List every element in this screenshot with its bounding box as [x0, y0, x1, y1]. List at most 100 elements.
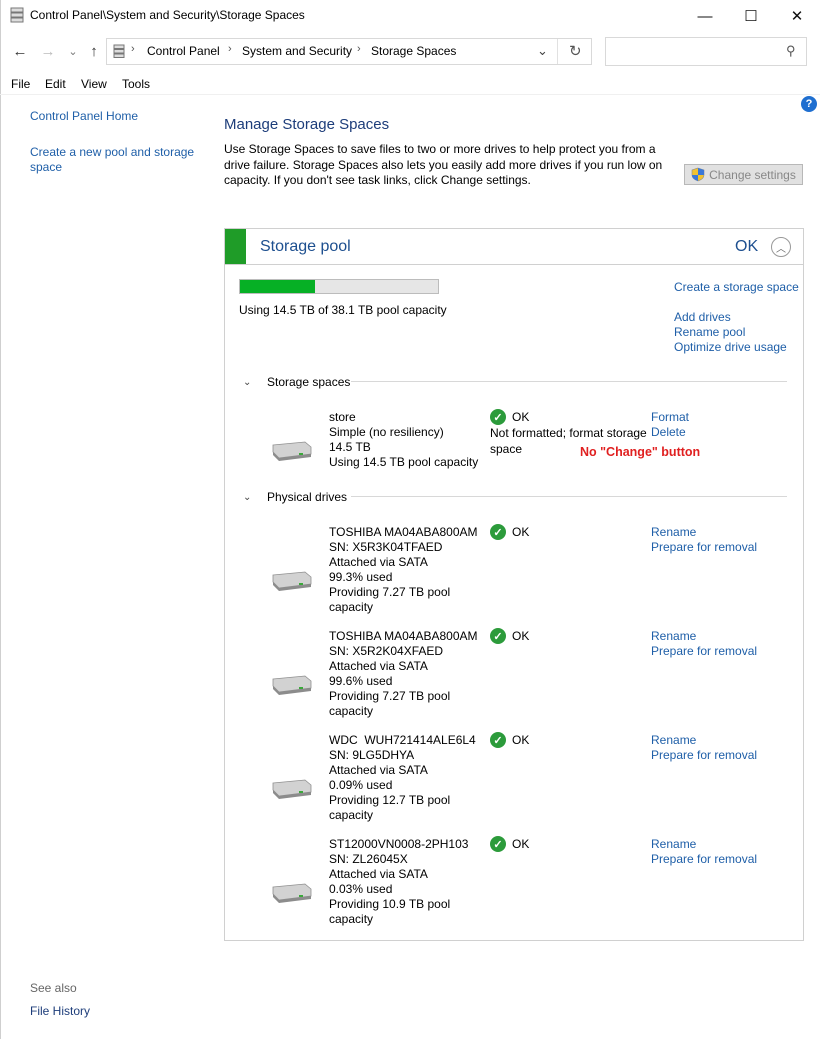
recent-locations-chevron-icon[interactable]: ⌄ — [63, 40, 83, 62]
storage-pool-status: OK — [735, 238, 759, 255]
storage-space-resiliency: Simple (no resiliency) — [329, 425, 444, 439]
storage-space-details[interactable]: store Simple (no resiliency) 14.5 TB Usi… — [329, 410, 489, 470]
status-text: OK — [512, 410, 530, 424]
pool-capacity-bar — [239, 279, 439, 294]
create-storage-space-link[interactable]: Create a storage space — [674, 280, 799, 295]
physical-drive-details[interactable]: TOSHIBA MA04ABA800AM SN: X5R3K04TFAED At… — [329, 525, 489, 615]
page-title: Manage Storage Spaces — [224, 116, 390, 133]
storage-space-usage: Using 14.5 TB pool capacity — [329, 455, 479, 469]
status-text: OK — [512, 733, 530, 747]
drive-serial: SN: 9LG5DHYA — [329, 748, 415, 762]
drive-providing: Providing 7.27 TB pool capacity — [329, 585, 451, 614]
rename-drive-link[interactable]: Rename — [651, 525, 781, 540]
drive-status: ✓ OK — [490, 524, 529, 540]
storage-spaces-app-icon — [10, 7, 24, 23]
drive-bus: Attached via SATA — [329, 555, 428, 569]
address-divider — [557, 39, 558, 64]
drive-status: ✓ OK — [490, 628, 529, 644]
control-panel-icon — [113, 44, 125, 58]
prepare-for-removal-link[interactable]: Prepare for removal — [651, 644, 781, 659]
drive-model: TOSHIBA MA04ABA800AM — [329, 525, 478, 539]
physical-drive-details[interactable]: WDC WUH721414ALE6L4 SN: 9LG5DHYA Attache… — [329, 733, 489, 823]
up-arrow-icon[interactable]: ↑ — [84, 40, 104, 62]
drive-used: 0.09% used — [329, 778, 393, 792]
refresh-icon[interactable]: ↻ — [569, 42, 582, 60]
status-text: OK — [512, 629, 530, 643]
address-bar[interactable]: › Control Panel › System and Security › … — [106, 38, 592, 65]
drive-model: ST12000VN0008-2PH103 — [329, 837, 469, 851]
maximize-button[interactable]: ☐ — [728, 0, 774, 32]
drive-serial: SN: ZL26045X — [329, 852, 408, 866]
menu-file[interactable]: File — [11, 77, 30, 91]
control-panel-home-link[interactable]: Control Panel Home — [30, 109, 205, 124]
storage-space-size: 14.5 TB — [329, 440, 371, 454]
search-icon[interactable]: ⚲ — [786, 43, 796, 59]
create-new-pool-link[interactable]: Create a new pool and storage space — [30, 145, 205, 175]
drive-serial: SN: X5R2K04XFAED — [329, 644, 444, 658]
search-input[interactable] — [610, 42, 780, 61]
drive-serial: SN: X5R3K04TFAED — [329, 540, 443, 554]
drive-providing: Providing 10.9 TB pool capacity — [329, 897, 451, 926]
status-text: OK — [512, 837, 530, 851]
forward-arrow-icon[interactable]: → — [38, 40, 58, 62]
storage-space-actions: Format Delete — [651, 410, 781, 440]
prepare-for-removal-link[interactable]: Prepare for removal — [651, 540, 781, 555]
breadcrumb-storage-spaces[interactable]: Storage Spaces — [371, 44, 456, 58]
hard-drive-icon — [272, 441, 312, 461]
ok-check-icon: ✓ — [490, 409, 506, 425]
physical-drives-label: Physical drives — [267, 490, 348, 504]
breadcrumb-control-panel[interactable]: Control Panel — [147, 44, 220, 58]
breadcrumb-separator: › — [228, 43, 232, 55]
menu-edit[interactable]: Edit — [45, 77, 66, 91]
help-icon[interactable]: ? — [801, 96, 817, 112]
title-bar: Control Panel\System and Security\Storag… — [0, 0, 820, 32]
hard-drive-icon — [272, 571, 312, 591]
minimize-button[interactable]: — — [682, 0, 728, 32]
drive-status: ✓ OK — [490, 732, 529, 748]
pool-capacity-text: Using 14.5 TB of 38.1 TB pool capacity — [239, 303, 447, 317]
change-settings-button[interactable]: Change settings — [684, 164, 803, 185]
breadcrumb-separator: › — [357, 43, 361, 55]
section-chevron-icon: ⌄ — [243, 491, 252, 503]
storage-pool-header[interactable]: Storage pool OK ︿ — [225, 229, 803, 265]
physical-drive-details[interactable]: ST12000VN0008-2PH103 SN: ZL26045X Attach… — [329, 837, 489, 927]
rename-drive-link[interactable]: Rename — [651, 629, 781, 644]
annotation-note: No "Change" button — [580, 445, 701, 459]
rename-pool-link[interactable]: Rename pool — [674, 325, 799, 340]
file-history-link[interactable]: File History — [30, 1004, 90, 1018]
change-settings-label: Change settings — [709, 167, 796, 182]
uac-shield-icon — [691, 167, 705, 182]
drive-actions: Rename Prepare for removal — [651, 837, 781, 867]
prepare-for-removal-link[interactable]: Prepare for removal — [651, 852, 781, 867]
drive-providing: Providing 7.27 TB pool capacity — [329, 689, 451, 718]
back-arrow-icon[interactable]: ← — [10, 40, 30, 62]
physical-drives-section-header[interactable]: ⌄ Physical drives — [243, 490, 347, 504]
drive-bus: Attached via SATA — [329, 867, 428, 881]
address-dropdown-chevron-icon[interactable]: ⌄ — [537, 43, 548, 59]
storage-pool-panel: Storage pool OK ︿ Using 14.5 TB of 38.1 … — [224, 228, 804, 941]
drive-used: 0.03% used — [329, 882, 393, 896]
see-also-label: See also — [30, 981, 77, 995]
physical-drive-details[interactable]: TOSHIBA MA04ABA800AM SN: X5R2K04XFAED At… — [329, 629, 489, 719]
format-link[interactable]: Format — [651, 410, 781, 425]
window-border — [0, 0, 1, 1039]
rename-drive-link[interactable]: Rename — [651, 733, 781, 748]
intro-text: Use Storage Spaces to save files to two … — [224, 142, 663, 187]
rename-drive-link[interactable]: Rename — [651, 837, 781, 852]
collapse-chevron-icon[interactable]: ︿ — [771, 237, 791, 257]
delete-link[interactable]: Delete — [651, 425, 781, 440]
breadcrumb-system-and-security[interactable]: System and Security — [242, 44, 352, 58]
menu-view[interactable]: View — [81, 77, 107, 91]
add-drives-link[interactable]: Add drives — [674, 310, 799, 325]
drive-bus: Attached via SATA — [329, 763, 428, 777]
section-divider — [351, 496, 787, 497]
search-box[interactable]: ⚲ — [605, 37, 807, 66]
optimize-drive-usage-link[interactable]: Optimize drive usage — [674, 340, 799, 355]
close-button[interactable]: ✕ — [774, 0, 820, 32]
storage-spaces-section-header[interactable]: ⌄ Storage spaces — [243, 375, 350, 389]
menu-tools[interactable]: Tools — [122, 77, 150, 91]
drive-status: ✓ OK — [490, 836, 529, 852]
ok-check-icon: ✓ — [490, 732, 506, 748]
prepare-for-removal-link[interactable]: Prepare for removal — [651, 748, 781, 763]
drive-providing: Providing 12.7 TB pool capacity — [329, 793, 451, 822]
